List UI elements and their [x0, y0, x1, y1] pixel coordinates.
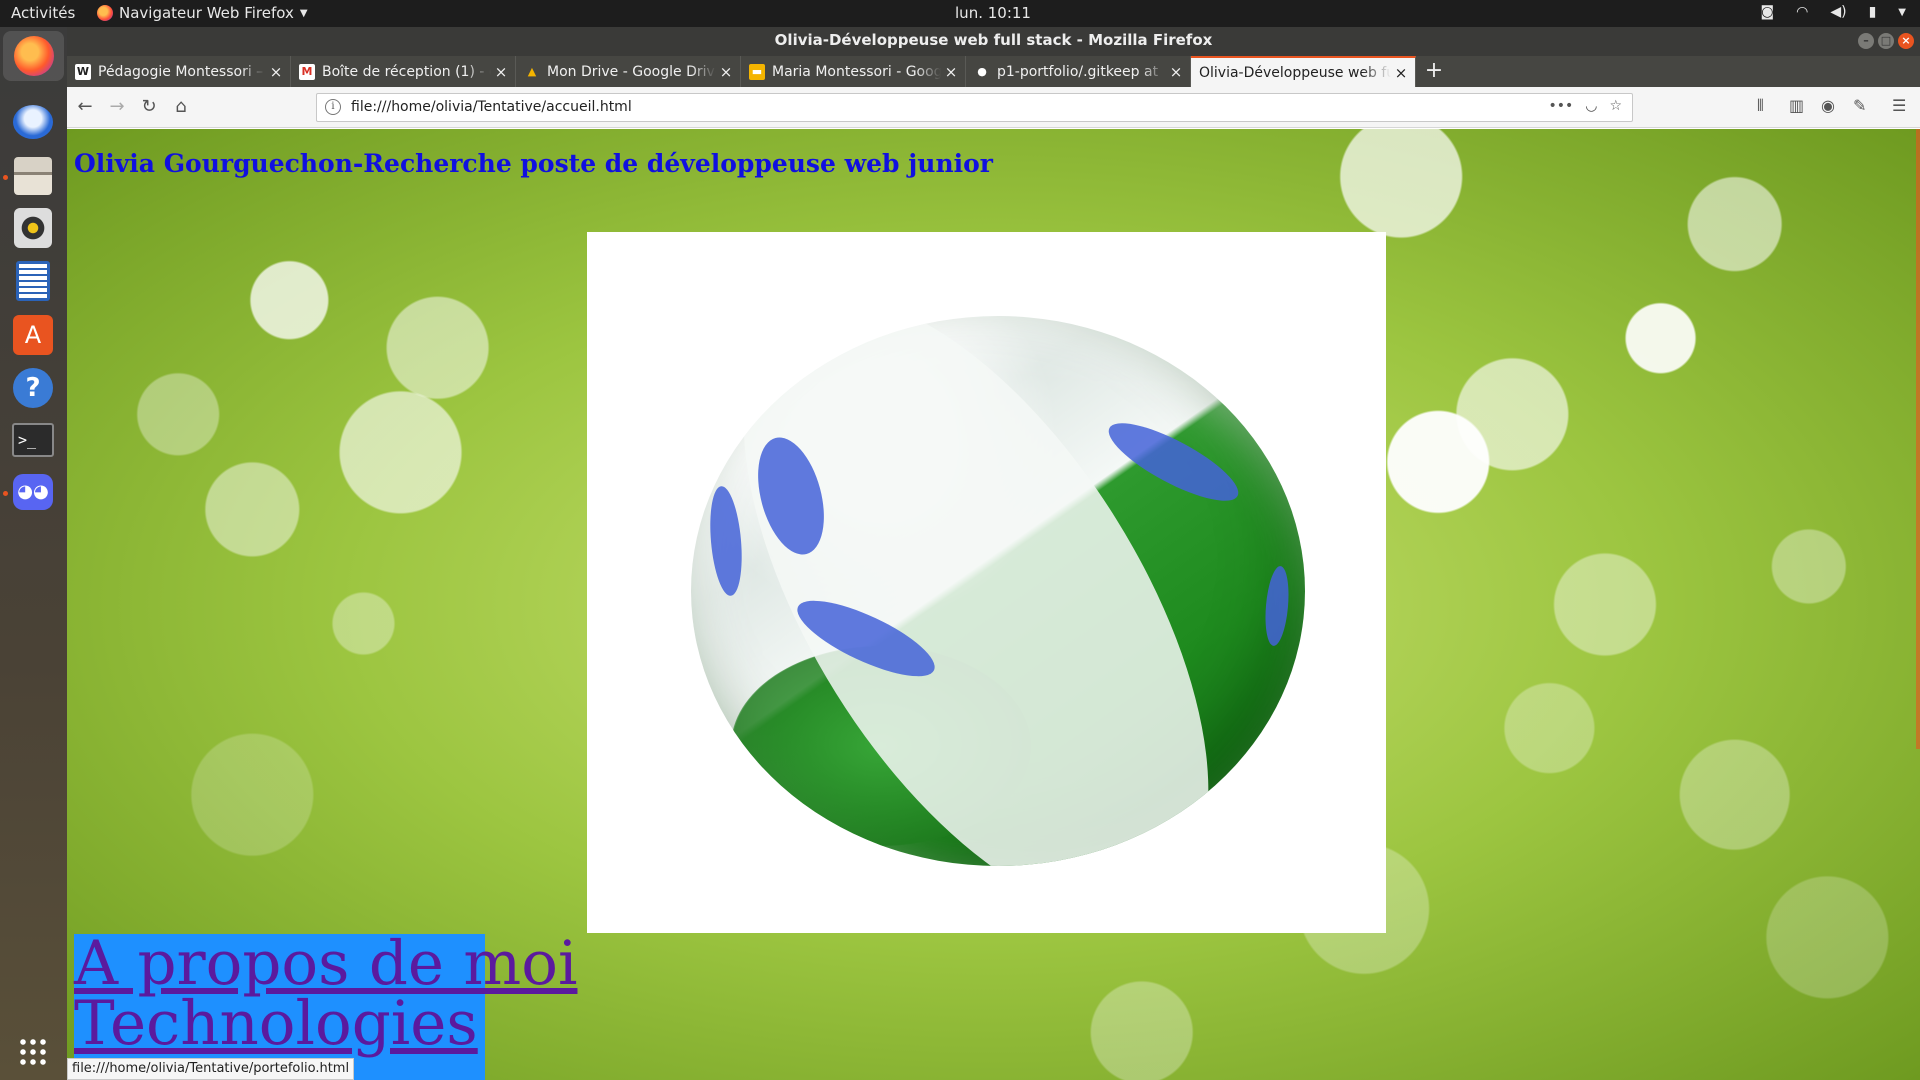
discord-tray-icon[interactable]: ◙ — [1761, 4, 1775, 20]
bookmark-star-icon[interactable]: ☆ — [1609, 98, 1622, 114]
menu-button[interactable]: ☰ — [1892, 96, 1906, 115]
close-button[interactable]: × — [1898, 33, 1914, 49]
dock-help[interactable]: ? — [8, 363, 58, 413]
dock-thunderbird[interactable] — [8, 97, 58, 147]
url-bar[interactable]: i file:///home/olivia/Tentative/accueil.… — [316, 93, 1633, 122]
gmail-icon: M — [299, 63, 315, 80]
dock-files[interactable] — [8, 151, 58, 201]
music-icon — [14, 208, 52, 248]
google-slides-icon: ▬ — [749, 63, 765, 80]
status-bar: file:///home/olivia/Tentative/portefolio… — [67, 1058, 355, 1080]
window-title: Olivia-Développeuse web full stack - Moz… — [774, 31, 1213, 49]
system-tray[interactable]: ◙ ◠ ◀) ▮ ▼ — [1761, 4, 1906, 20]
tab-google-drive[interactable]: ▲ Mon Drive - Google Drive × — [516, 56, 741, 87]
dock-firefox[interactable] — [3, 31, 64, 81]
wikipedia-icon: W — [75, 63, 91, 80]
page-title: Olivia Gourguechon-Recherche poste de dé… — [74, 149, 993, 178]
tab-olivia-portfolio[interactable]: Olivia-Développeuse web fu × — [1191, 56, 1416, 87]
hero-image — [587, 232, 1386, 933]
clock[interactable]: lun. 10:11 — [0, 4, 1920, 22]
sidebar-icon: ▥ — [1789, 96, 1805, 115]
dock-terminal[interactable]: >_ — [8, 415, 58, 465]
library-icon: ⫴ — [1757, 96, 1764, 115]
document-icon — [16, 261, 50, 301]
eyedropper-icon: ✎ — [1853, 96, 1867, 115]
close-tab-icon[interactable]: × — [716, 63, 736, 81]
home-icon: ⌂ — [175, 96, 187, 117]
battery-icon: ▮ — [1868, 4, 1877, 20]
tab-github-portfolio[interactable]: ● p1-portfolio/.gitkeep at × — [966, 56, 1191, 87]
google-drive-icon: ▲ — [527, 64, 537, 78]
wifi-icon: ◠ — [1796, 4, 1809, 20]
tab-bar: W Pédagogie Montessori – × M Boîte de ré… — [67, 56, 1920, 87]
running-indicator — [3, 491, 8, 496]
nav-link-technologies[interactable]: Technologies — [74, 993, 485, 1054]
plus-icon: + — [1424, 58, 1444, 83]
navigation-toolbar: ← → ↻ ⌂ i file:///home/olivia/Tentative/… — [67, 87, 1920, 128]
running-indicator — [3, 175, 8, 180]
title-bar[interactable]: Olivia-Développeuse web full stack - Moz… — [67, 27, 1920, 56]
tab-title: Boîte de réception (1) - o — [322, 63, 491, 80]
tab-maria-montessori[interactable]: ▬ Maria Montessori - Goog × — [741, 56, 966, 87]
github-icon: ● — [977, 64, 987, 78]
page-actions-icon[interactable]: ••• — [1548, 98, 1573, 114]
page-content: Olivia Gourguechon-Recherche poste de dé… — [67, 129, 1920, 1080]
arrow-left-icon: ← — [77, 96, 93, 117]
account-icon: ◉ — [1821, 96, 1835, 115]
top-bar: Activités Navigateur Web Firefox ▼ lun. … — [0, 0, 1920, 27]
tab-pedagogie-montessori[interactable]: W Pédagogie Montessori – × — [67, 56, 291, 87]
discord-icon: ◕◕ — [13, 474, 53, 510]
new-tab-button[interactable]: + — [1419, 56, 1449, 87]
tab-title: p1-portfolio/.gitkeep at — [997, 63, 1159, 80]
home-button[interactable]: ⌂ — [169, 95, 193, 119]
tab-title: Maria Montessori - Goog — [772, 63, 941, 80]
reload-button[interactable]: ↻ — [137, 95, 161, 119]
tab-title: Mon Drive - Google Drive — [547, 63, 716, 80]
forward-button[interactable]: → — [105, 95, 129, 119]
tab-title: Olivia-Développeuse web fu — [1199, 64, 1391, 81]
dock-software[interactable]: A — [8, 310, 58, 360]
close-tab-icon[interactable]: × — [941, 63, 961, 81]
dock-writer[interactable] — [8, 256, 58, 306]
reload-icon: ↻ — [141, 96, 157, 117]
maximize-button[interactable]: □ — [1878, 33, 1894, 49]
minimize-button[interactable]: – — [1858, 33, 1874, 49]
mail-icon — [13, 105, 53, 139]
extension-button[interactable]: ✎ — [1853, 96, 1866, 115]
back-button[interactable]: ← — [73, 95, 97, 119]
grid-icon — [18, 1037, 48, 1067]
close-tab-icon[interactable]: × — [266, 63, 286, 81]
store-icon: A — [13, 315, 53, 355]
terminal-icon: >_ — [12, 423, 54, 457]
tab-title: Pédagogie Montessori – — [98, 63, 264, 80]
account-button[interactable]: ◉ — [1821, 96, 1835, 115]
firefox-window: Olivia-Développeuse web full stack - Moz… — [67, 27, 1920, 1080]
nav-link-a-propos[interactable]: A propos de moi — [74, 933, 577, 994]
close-tab-icon[interactable]: × — [1166, 63, 1186, 81]
dock: A ? >_ ◕◕ — [0, 27, 67, 1080]
info-icon[interactable]: i — [325, 99, 341, 115]
sidebar-button[interactable]: ▥ — [1789, 96, 1804, 115]
close-tab-icon[interactable]: × — [491, 63, 511, 81]
pocket-icon[interactable]: ◡ — [1585, 98, 1597, 114]
hamburger-menu-icon: ☰ — [1892, 96, 1907, 115]
show-apps-button[interactable] — [8, 1027, 58, 1077]
arrow-right-icon: → — [109, 96, 125, 117]
firefox-icon — [13, 36, 54, 76]
files-icon — [14, 157, 52, 195]
help-icon: ? — [13, 368, 53, 408]
url-text[interactable]: file:///home/olivia/Tentative/accueil.ht… — [351, 99, 632, 115]
chevron-down-icon: ▼ — [1898, 6, 1906, 18]
close-tab-icon[interactable]: × — [1391, 64, 1411, 82]
volume-icon: ◀) — [1830, 4, 1847, 20]
marble-image — [691, 316, 1305, 866]
dock-discord[interactable]: ◕◕ — [8, 467, 58, 517]
library-button[interactable]: ⫴ — [1757, 96, 1764, 116]
scrollbar[interactable] — [1916, 129, 1920, 749]
dock-rhythmbox[interactable] — [8, 203, 58, 253]
tab-gmail[interactable]: M Boîte de réception (1) - o × — [291, 56, 516, 87]
